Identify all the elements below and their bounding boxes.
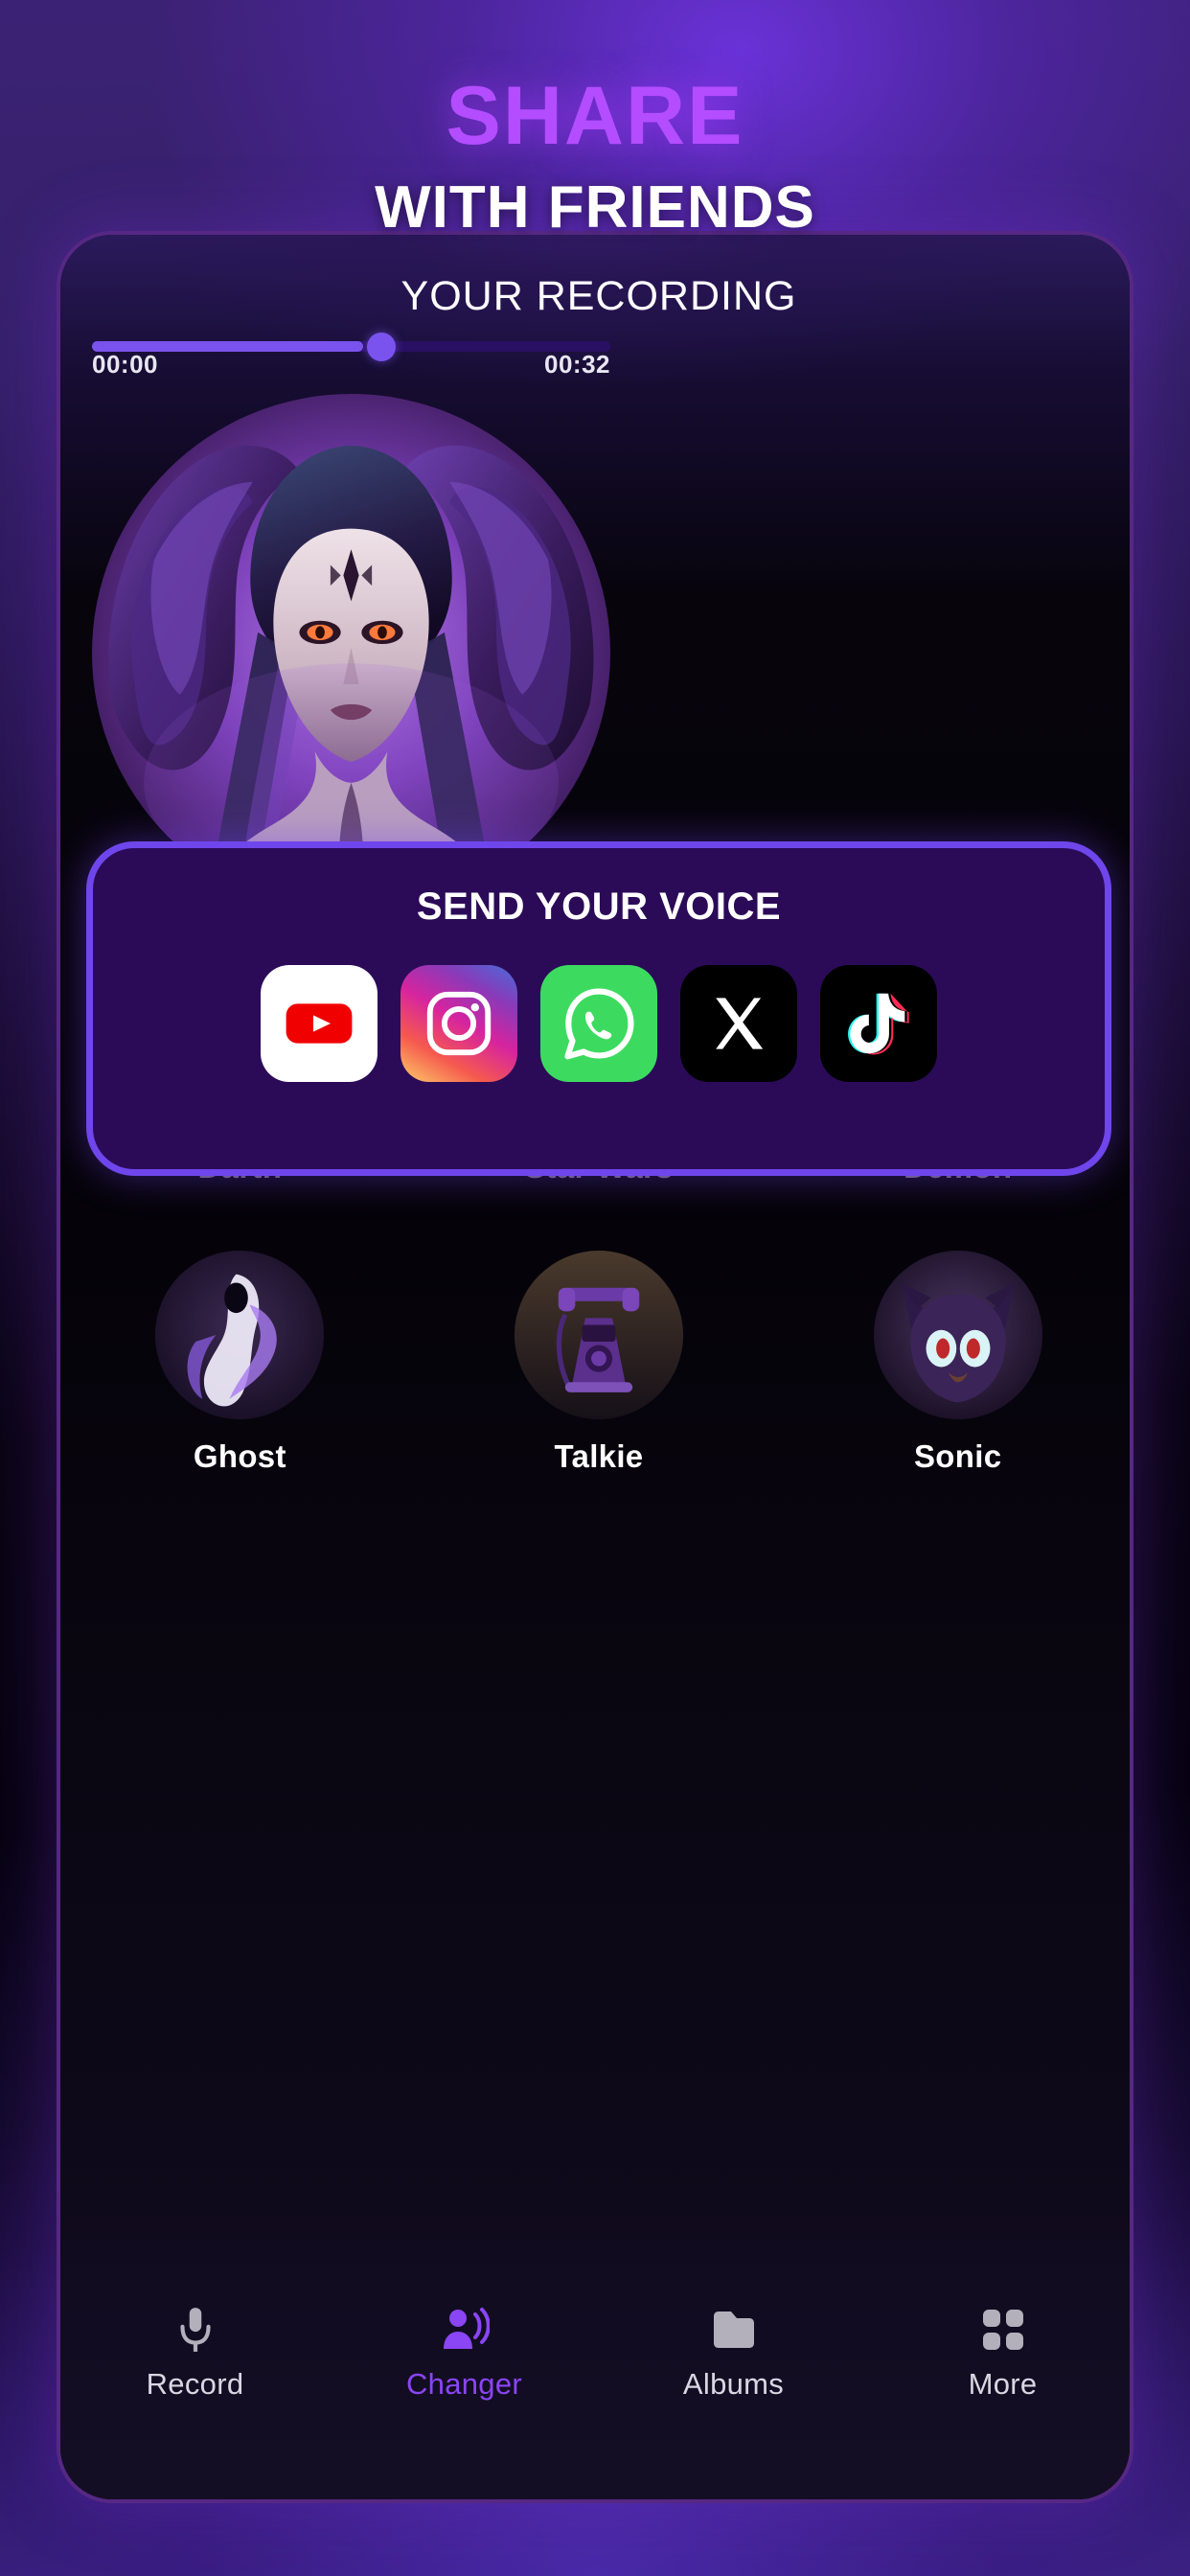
voice-changer-icon [440, 2306, 490, 2354]
telephone-avatar [515, 1251, 683, 1419]
youtube-icon [286, 1003, 353, 1044]
bottom-navigation: Record Changer Albums More [60, 2212, 1130, 2499]
nav-label: Albums [682, 2367, 785, 2401]
tiktok-icon [848, 993, 909, 1055]
current-time-label: 00:00 [92, 350, 158, 379]
nav-item-more[interactable]: More [868, 2306, 1130, 2402]
share-x-button[interactable] [680, 965, 797, 1082]
headline-line-2: WITH FRIENDS [375, 174, 815, 241]
voice-label: Sonic [914, 1438, 1002, 1474]
your-recording-title: YOUR RECORDING [400, 273, 797, 319]
voice-grid-row-2: Ghost Talkie Sonic [60, 1251, 1130, 1475]
share-tiktok-button[interactable] [820, 965, 937, 1082]
phone-frame: YOUR RECORDING 00:00 00:32 Ghost Talkie … [57, 231, 1133, 2503]
nav-label: Record [146, 2367, 244, 2401]
folder-icon [710, 2306, 758, 2354]
sonic-avatar [873, 1251, 1042, 1419]
playback-time-row: 00:00 00:32 [92, 350, 610, 380]
headline-line-1: SHARE [446, 70, 744, 162]
total-time-label: 00:32 [544, 350, 610, 379]
instagram-icon [426, 991, 492, 1056]
nav-item-albums[interactable]: Albums [599, 2306, 868, 2402]
nav-label: More [968, 2367, 1038, 2401]
voice-label: Talkie [554, 1438, 644, 1474]
nav-item-changer[interactable]: Changer [330, 2306, 599, 2402]
share-youtube-button[interactable] [261, 965, 378, 1082]
voice-item-sonic[interactable]: Sonic [778, 1251, 1130, 1475]
voice-label: Ghost [193, 1438, 286, 1474]
send-your-voice-title: SEND YOUR VOICE [416, 886, 782, 928]
send-your-voice-panel: SEND YOUR VOICE [86, 841, 1111, 1176]
ghost-avatar [155, 1251, 325, 1419]
x-icon [716, 998, 764, 1049]
share-targets [93, 965, 1105, 1082]
microphone-icon [175, 2306, 216, 2354]
share-instagram-button[interactable] [400, 965, 517, 1082]
app-screen: YOUR RECORDING 00:00 00:32 Ghost Talkie … [60, 235, 1130, 2499]
grid-icon [980, 2306, 1026, 2354]
voice-item-talkie[interactable]: Talkie [420, 1251, 779, 1475]
promo-headline: SHARE WITH FRIENDS [0, 75, 1190, 238]
whatsapp-icon [564, 988, 634, 1060]
share-whatsapp-button[interactable] [540, 965, 657, 1082]
selected-voice-avatar[interactable] [92, 394, 610, 912]
nav-label: Changer [405, 2367, 522, 2401]
nav-item-record[interactable]: Record [60, 2306, 330, 2402]
voice-item-ghost[interactable]: Ghost [60, 1251, 420, 1475]
